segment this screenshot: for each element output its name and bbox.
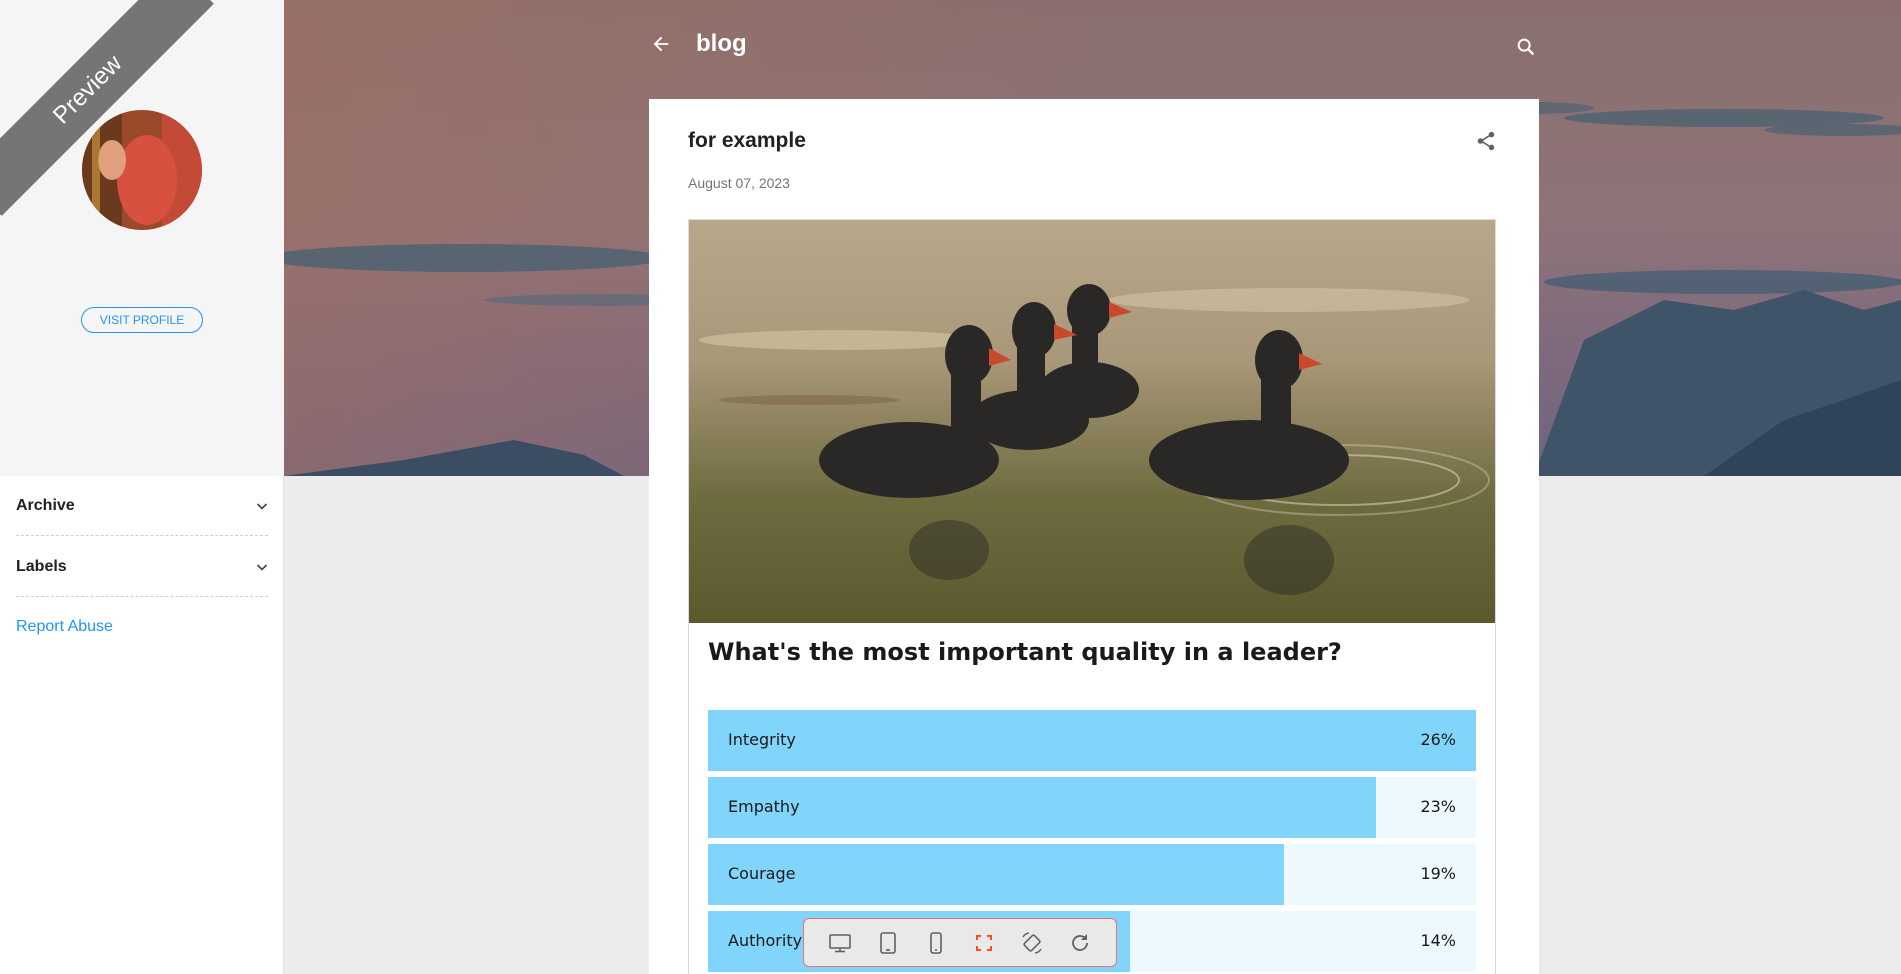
post-title[interactable]: for example — [688, 129, 806, 153]
refresh-icon[interactable] — [1067, 930, 1093, 956]
poll-option-label: Courage — [728, 864, 796, 883]
poll-option[interactable]: Empathy 23% — [708, 777, 1476, 838]
archive-section[interactable]: Archive — [16, 476, 268, 536]
desktop-icon[interactable] — [827, 930, 853, 956]
poll-option-label: Empathy — [728, 797, 800, 816]
poll-widget: What's the most important quality in a l… — [688, 219, 1496, 974]
labels-section[interactable]: Labels — [16, 537, 268, 597]
poll-option-bar — [708, 710, 1476, 771]
poll-question: What's the most important quality in a l… — [708, 638, 1342, 666]
poll-option-bar — [708, 777, 1377, 838]
chevron-down-icon[interactable] — [256, 561, 268, 573]
sidebar: Preview VISIT PROFILE Archive Labels Rep… — [0, 0, 284, 974]
back-arrow-icon[interactable] — [650, 33, 672, 55]
blog-title[interactable]: blog — [696, 30, 747, 58]
poll-option-label: Integrity — [728, 730, 796, 749]
visit-profile-button[interactable]: VISIT PROFILE — [81, 307, 203, 333]
poll-option-label: Authority — [728, 931, 803, 950]
poll-option-percent: 26% — [1420, 730, 1456, 749]
poll-image — [689, 220, 1495, 623]
post-date: August 07, 2023 — [688, 175, 790, 191]
poll-option-percent: 19% — [1420, 864, 1456, 883]
tablet-icon[interactable] — [875, 930, 901, 956]
poll-option[interactable]: Integrity 26% — [708, 710, 1476, 771]
rotate-icon[interactable] — [1019, 930, 1045, 956]
profile-panel: Preview VISIT PROFILE — [0, 0, 284, 476]
search-icon[interactable] — [1515, 36, 1537, 58]
poll-option[interactable]: Courage 19% — [708, 844, 1476, 905]
poll-option-percent: 23% — [1420, 797, 1456, 816]
archive-label: Archive — [16, 496, 75, 514]
device-preview-toolbar — [803, 918, 1117, 967]
poll-option-percent: 14% — [1420, 931, 1456, 950]
fullscreen-icon[interactable] — [971, 930, 997, 956]
phone-icon[interactable] — [923, 930, 949, 956]
share-icon[interactable] — [1475, 129, 1497, 153]
labels-label: Labels — [16, 557, 67, 575]
report-abuse-link[interactable]: Report Abuse — [16, 618, 113, 636]
post-card: for example August 07, 2023 What's the m… — [649, 99, 1539, 974]
chevron-down-icon[interactable] — [256, 500, 268, 512]
avatar[interactable] — [82, 110, 202, 230]
